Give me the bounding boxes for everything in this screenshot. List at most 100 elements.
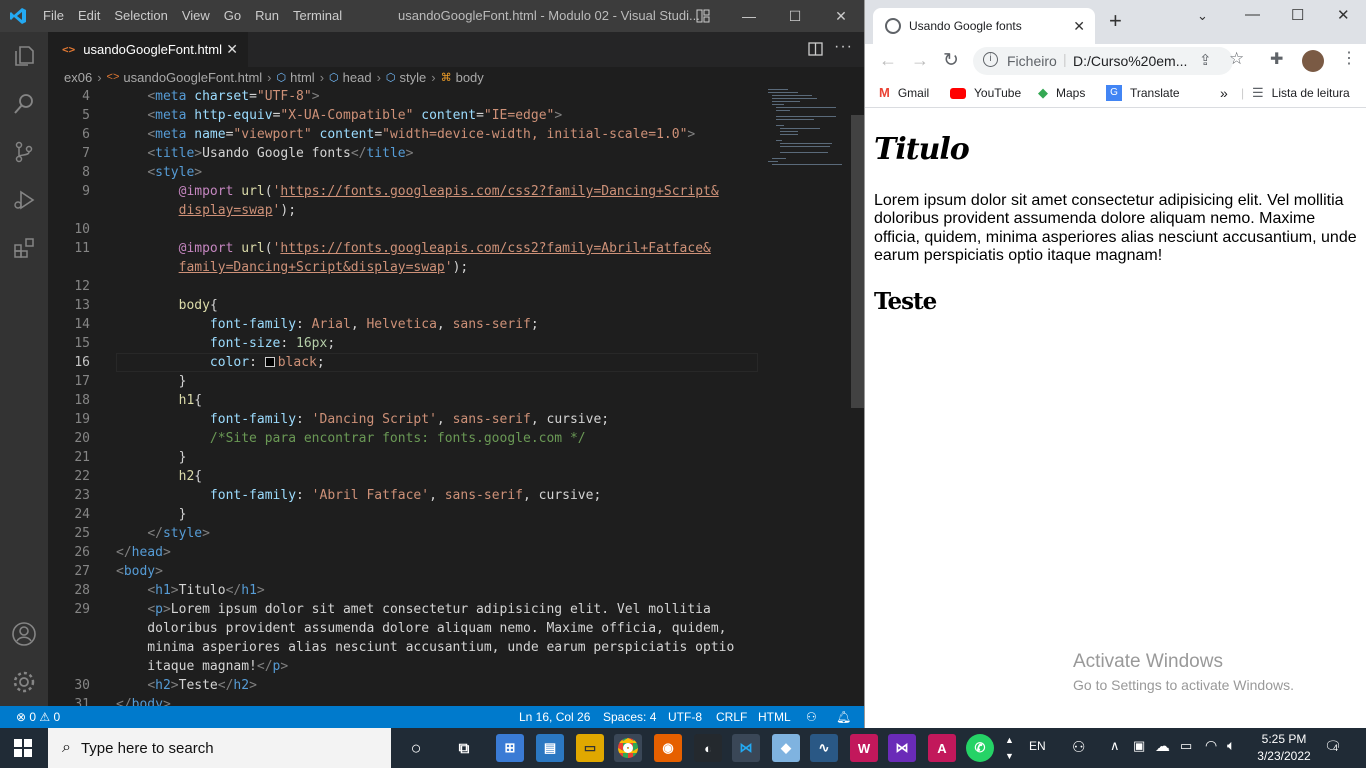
language-mode[interactable]: HTML: [758, 706, 791, 728]
code-line[interactable]: 7 <title>Usando Google fonts</title>: [48, 144, 758, 163]
access-icon[interactable]: A: [928, 734, 956, 762]
code-line[interactable]: 25 </style>: [48, 524, 758, 543]
code-line[interactable]: 4 <meta charset="UTF-8">: [48, 87, 758, 106]
run-debug-icon[interactable]: [0, 176, 48, 224]
meet-icon[interactable]: ▣: [1133, 738, 1145, 754]
explorer-icon[interactable]: [0, 32, 48, 80]
visual-studio-icon[interactable]: ⋈: [888, 734, 916, 762]
browser-tab[interactable]: Usando Google fonts ✕: [873, 8, 1095, 44]
code-line[interactable]: 27 <body>: [48, 562, 758, 581]
code-line[interactable]: 6 <meta name="viewport" content="width=d…: [48, 125, 758, 144]
more-actions-icon[interactable]: ···: [834, 38, 853, 56]
scroll-arrows-icon[interactable]: ▲ ▼: [1005, 732, 1014, 764]
breadcrumb-head[interactable]: head: [343, 70, 372, 85]
app-icon[interactable]: W: [850, 734, 878, 762]
code-line[interactable]: 19 font-family: 'Dancing Script', sans-s…: [48, 410, 758, 429]
profile-avatar[interactable]: [1302, 50, 1324, 72]
app-icon[interactable]: ◆: [772, 734, 800, 762]
code-line[interactable]: family=Dancing+Script&display=swap');: [48, 258, 758, 277]
breadcrumb-folder[interactable]: ex06: [64, 70, 92, 85]
close-button[interactable]: ✕: [818, 0, 864, 32]
code-editor[interactable]: 4 <meta charset="UTF-8"> 5 <meta http-equ…: [48, 87, 864, 706]
windows-start-icon[interactable]: [14, 739, 32, 762]
code-line[interactable]: doloribus provident assumenda dolore ali…: [48, 619, 758, 638]
code-line[interactable]: 31 </body>: [48, 695, 758, 706]
clock[interactable]: 5:25 PM 3/23/2022: [1254, 731, 1314, 765]
code-line[interactable]: 18 h1{: [48, 391, 758, 410]
breadcrumb-body[interactable]: body: [456, 70, 484, 85]
onedrive-icon[interactable]: ☁: [1155, 737, 1170, 755]
bookmark-youtube[interactable]: YouTube: [950, 78, 1021, 108]
tab-close-icon[interactable]: ✕: [1073, 18, 1085, 35]
settings-gear-icon[interactable]: [0, 658, 48, 706]
menu-edit[interactable]: Edit: [71, 0, 107, 32]
code-line[interactable]: 9 @import url('https://fonts.googleapis.…: [48, 182, 758, 201]
volume-icon[interactable]: 🔈︎: [1227, 737, 1235, 754]
breadcrumb-file[interactable]: usandoGoogleFont.html: [123, 70, 262, 85]
menu-view[interactable]: View: [175, 0, 217, 32]
bookmark-gmail[interactable]: M Gmail: [879, 78, 929, 108]
menu-terminal[interactable]: Terminal: [286, 0, 349, 32]
menu-kebab-icon[interactable]: ⋮: [1341, 48, 1357, 68]
vscode-icon[interactable]: ⋈: [732, 734, 760, 762]
extensions-puzzle-icon[interactable]: ✚: [1270, 49, 1283, 69]
code-line[interactable]: 13 body{: [48, 296, 758, 315]
source-control-icon[interactable]: [0, 128, 48, 176]
code-line[interactable]: 5 <meta http-equiv="X-UA-Compatible" con…: [48, 106, 758, 125]
tray-expand-icon[interactable]: ∧: [1110, 738, 1120, 754]
info-icon[interactable]: i: [983, 52, 998, 67]
code-line[interactable]: 21 }: [48, 448, 758, 467]
breadcrumb-html[interactable]: html: [290, 70, 315, 85]
app-icon[interactable]: ∿: [810, 734, 838, 762]
reload-icon[interactable]: ↻: [943, 49, 959, 72]
code-line[interactable]: 28 <h1>Titulo</h1>: [48, 581, 758, 600]
firefox-icon[interactable]: ◉: [654, 734, 682, 762]
extensions-icon[interactable]: [0, 224, 48, 272]
menu-run[interactable]: Run: [248, 0, 286, 32]
code-line[interactable]: 14 font-family: Arial, Helvetica, sans-s…: [48, 315, 758, 334]
people-icon[interactable]: ⚇: [1072, 738, 1085, 756]
account-icon[interactable]: [0, 610, 48, 658]
file-explorer-icon[interactable]: ▭: [576, 734, 604, 762]
notification-center-icon[interactable]: 🗨︎4: [1324, 738, 1342, 755]
code-line[interactable]: 24 }: [48, 505, 758, 524]
code-line[interactable]: minima asperiores alias nesciunt accusan…: [48, 638, 758, 657]
minimize-button[interactable]: —: [1245, 6, 1260, 23]
code-line[interactable]: 22 h2{: [48, 467, 758, 486]
new-tab-icon[interactable]: +: [1109, 10, 1122, 32]
menu-go[interactable]: Go: [217, 0, 248, 32]
minimize-button[interactable]: —: [726, 0, 772, 32]
code-line[interactable]: 16 color: black;: [48, 353, 758, 372]
share-icon[interactable]: ⇪: [1199, 51, 1212, 69]
input-language[interactable]: EN: [1029, 739, 1046, 753]
app-icon[interactable]: ⊞: [496, 734, 524, 762]
bookmark-translate[interactable]: G Translate: [1106, 78, 1180, 108]
taskbar-search[interactable]: ⌕ Type here to search: [48, 728, 391, 768]
address-bar[interactable]: i Ficheiro | D:/Curso%20em... ⇪: [973, 47, 1233, 75]
chrome-icon[interactable]: [614, 734, 642, 762]
bookmark-star-icon[interactable]: ☆: [1229, 49, 1244, 69]
split-editor-icon[interactable]: [808, 41, 824, 62]
layout-icon[interactable]: [680, 0, 726, 32]
back-icon[interactable]: ←: [879, 50, 897, 71]
code-line[interactable]: 8 <style>: [48, 163, 758, 182]
maximize-button[interactable]: ☐: [1291, 6, 1304, 24]
code-line[interactable]: 29 <p>Lorem ipsum dolor sit amet consect…: [48, 600, 758, 619]
feedback-icon[interactable]: ⚇: [806, 706, 817, 728]
cortana-icon[interactable]: ○: [402, 734, 430, 762]
code-line[interactable]: 26 </head>: [48, 543, 758, 562]
code-line[interactable]: itaque magnam!</p>: [48, 657, 758, 676]
more-bookmarks-icon[interactable]: »: [1220, 78, 1228, 108]
whatsapp-icon[interactable]: ✆: [966, 734, 994, 762]
maximize-button[interactable]: ☐: [772, 0, 818, 32]
code-line[interactable]: 23 font-family: 'Abril Fatface', sans-se…: [48, 486, 758, 505]
tab-usandogooglefont[interactable]: <> usandoGoogleFont.html ✕: [48, 32, 248, 67]
line-ending[interactable]: CRLF: [716, 706, 747, 728]
problems-indicator[interactable]: ⊗ 0 ⚠ 0: [16, 706, 60, 728]
menu-selection[interactable]: Selection: [107, 0, 174, 32]
wifi-icon[interactable]: ◠: [1205, 737, 1217, 754]
github-icon[interactable]: ◐: [694, 734, 722, 762]
code-line[interactable]: display=swap');: [48, 201, 758, 220]
menu-file[interactable]: File: [36, 0, 71, 32]
close-button[interactable]: ✕: [1337, 6, 1350, 24]
